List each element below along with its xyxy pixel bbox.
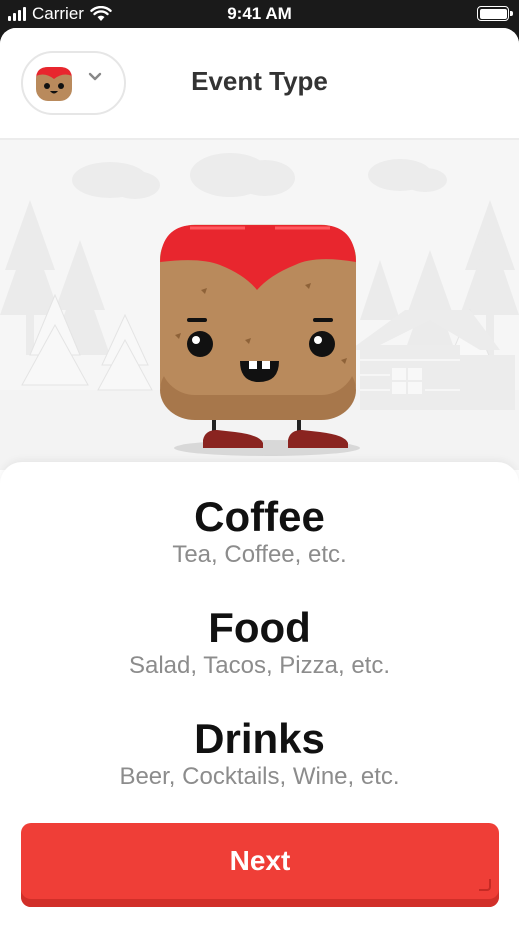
option-coffee[interactable]: Coffee Tea, Coffee, etc. bbox=[0, 494, 519, 570]
option-drinks[interactable]: Drinks Beer, Cocktails, Wine, etc. bbox=[0, 716, 519, 792]
toast-mascot-illustration bbox=[160, 224, 360, 456]
option-subtitle: Tea, Coffee, etc. bbox=[172, 541, 347, 568]
option-title: Coffee bbox=[194, 493, 325, 540]
option-subtitle: Beer, Cocktails, Wine, etc. bbox=[119, 763, 400, 790]
status-bar: Carrier 9:41 AM bbox=[0, 0, 519, 28]
page-title: Event Type bbox=[191, 66, 328, 96]
option-food[interactable]: Food Salad, Tacos, Pizza, etc. bbox=[0, 605, 519, 681]
screen: Event Type Coffee Tea, Coffee, etc. Food… bbox=[0, 28, 519, 929]
status-time: 9:41 AM bbox=[227, 4, 292, 23]
corner-mark-icon bbox=[479, 879, 491, 891]
header: Event Type bbox=[0, 28, 519, 140]
option-title: Food bbox=[208, 604, 311, 651]
battery-icon bbox=[477, 6, 513, 21]
next-button-label: Next bbox=[229, 845, 291, 876]
option-subtitle: Salad, Tacos, Pizza, etc. bbox=[128, 652, 391, 679]
mascot-scene bbox=[0, 140, 519, 470]
option-title: Drinks bbox=[194, 715, 325, 762]
next-button[interactable]: Next bbox=[21, 823, 499, 907]
